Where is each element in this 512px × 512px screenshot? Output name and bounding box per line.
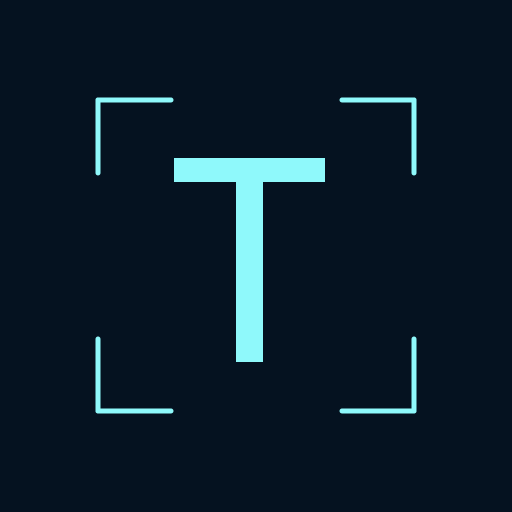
letter-t-stem bbox=[236, 158, 263, 362]
app-icon-canvas bbox=[0, 0, 512, 512]
letter-t-icon bbox=[174, 158, 325, 362]
